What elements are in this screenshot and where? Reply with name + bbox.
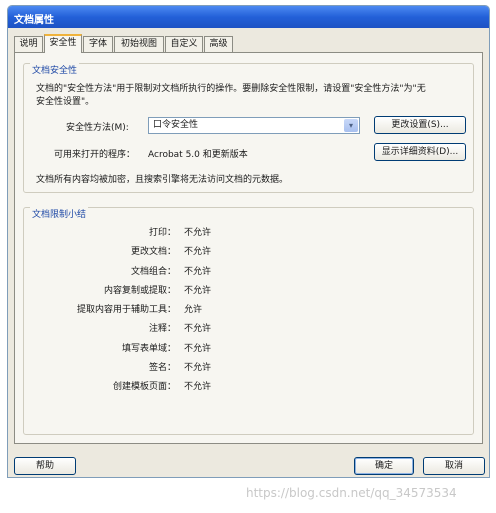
summary-label-content-copying: 内容复制或提取： bbox=[103, 286, 176, 296]
summary-label-accessibility-extraction: 提取内容用于辅助工具： bbox=[76, 305, 176, 315]
security-panel: 文档安全性 文档的"安全性方法"用于限制对文档所执行的操作。要删除安全性限制，请… bbox=[14, 52, 483, 444]
tab-advanced[interactable]: 高级 bbox=[204, 36, 233, 52]
watermark-url: https://blog.csdn.net/qq_34573534 bbox=[246, 486, 457, 500]
tab-bar: 说明 安全性 字体 初始视图 自定义 高级 bbox=[14, 34, 483, 53]
tab-security[interactable]: 安全性 bbox=[44, 34, 82, 53]
summary-value-content-copying: 不允许 bbox=[184, 286, 212, 296]
chevron-down-icon[interactable]: ▾ bbox=[344, 119, 358, 132]
security-description-line2: 安全性设置"。 bbox=[36, 97, 95, 107]
summary-label-form-filling: 填写表单域： bbox=[121, 344, 176, 354]
summary-value-signing: 不允许 bbox=[184, 363, 212, 373]
summary-label-change-document: 更改文档： bbox=[130, 247, 176, 257]
compatible-programs-value: Acrobat 5.0 和更新版本 bbox=[148, 150, 248, 160]
summary-value-change-document: 不允许 bbox=[184, 247, 212, 257]
security-method-label: 安全性方法(M): bbox=[66, 123, 129, 133]
summary-label-document-assembly: 文档组合： bbox=[130, 267, 176, 277]
tab-custom[interactable]: 自定义 bbox=[165, 36, 203, 52]
show-details-button[interactable]: 显示详细资料(D)... bbox=[374, 143, 466, 161]
document-security-group: 文档安全性 文档的"安全性方法"用于限制对文档所执行的操作。要删除安全性限制，请… bbox=[23, 63, 474, 193]
document-properties-dialog: 文档属性 说明 安全性 字体 初始视图 自定义 高级 文档安全性 文档的"安全性… bbox=[7, 5, 490, 478]
summary-label-commenting: 注释： bbox=[148, 324, 176, 334]
security-method-select[interactable]: 口令安全性 ▾ bbox=[148, 117, 360, 134]
summary-label-print: 打印： bbox=[148, 228, 176, 238]
restrictions-summary-group: 文档限制小结 打印： 不允许 更改文档： 不允许 文档组合： 不允许 内容复制或… bbox=[23, 207, 474, 435]
tab-initial-view[interactable]: 初始视图 bbox=[114, 36, 164, 52]
summary-value-form-filling: 不允许 bbox=[184, 344, 212, 354]
summary-value-document-assembly: 不允许 bbox=[184, 267, 212, 277]
summary-label-template-creation: 创建模板页面： bbox=[112, 382, 176, 392]
summary-value-commenting: 不允许 bbox=[184, 324, 212, 334]
encryption-note: 文档所有内容均被加密，且搜索引擎将无法访问文档的元数据。 bbox=[36, 175, 289, 185]
dialog-title: 文档属性 bbox=[8, 6, 489, 28]
security-method-value: 口令安全性 bbox=[153, 120, 199, 130]
summary-value-accessibility-extraction: 允许 bbox=[184, 305, 203, 315]
summary-value-print: 不允许 bbox=[184, 228, 212, 238]
summary-label-signing: 签名： bbox=[148, 363, 176, 373]
help-button[interactable]: 帮助 bbox=[14, 457, 76, 475]
ok-button[interactable]: 确定 bbox=[354, 457, 414, 475]
document-security-title: 文档安全性 bbox=[30, 63, 80, 76]
change-settings-button[interactable]: 更改设置(S)... bbox=[374, 116, 466, 134]
tab-description[interactable]: 说明 bbox=[14, 36, 43, 52]
cancel-button[interactable]: 取消 bbox=[423, 457, 485, 475]
summary-value-template-creation: 不允许 bbox=[184, 382, 212, 392]
tab-fonts[interactable]: 字体 bbox=[83, 36, 113, 52]
security-description-line1: 文档的"安全性方法"用于限制对文档所执行的操作。要删除安全性限制，请设置"安全性… bbox=[36, 84, 426, 94]
restrictions-summary-title: 文档限制小结 bbox=[30, 207, 89, 220]
compatible-programs-label: 可用来打开的程序： bbox=[54, 150, 136, 160]
